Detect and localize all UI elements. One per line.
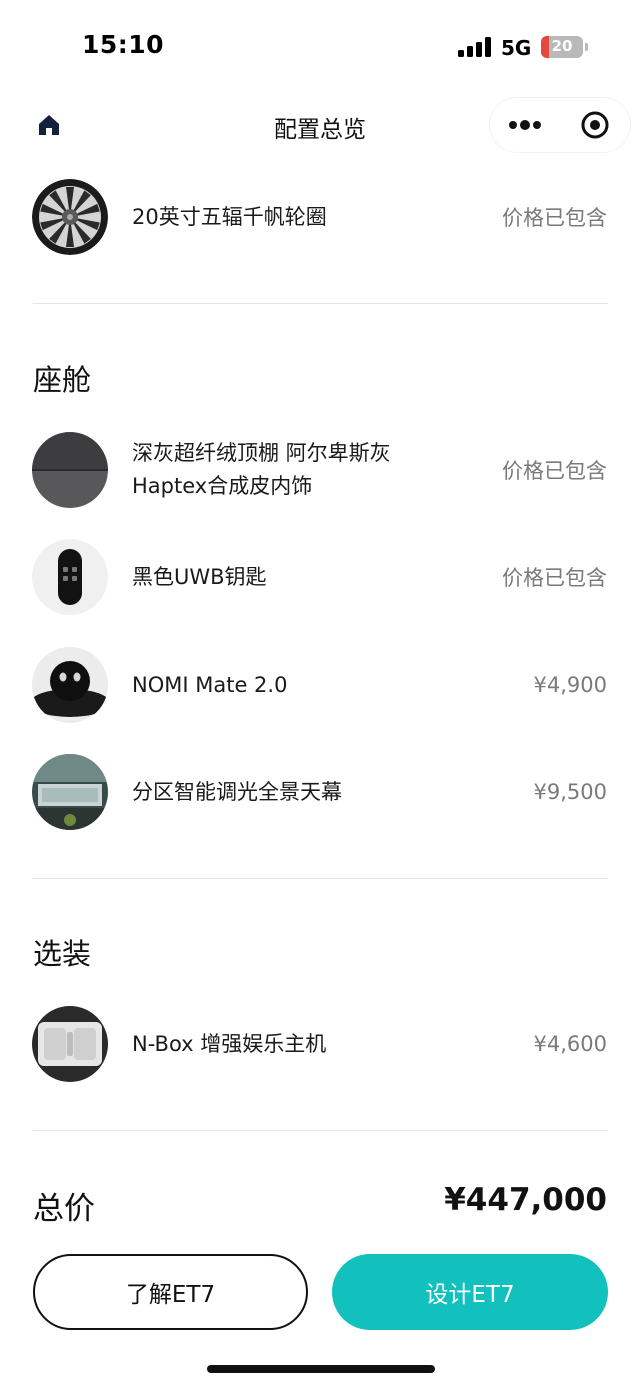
learn-et7-button[interactable]: 了解ET7 xyxy=(33,1254,308,1330)
design-et7-button[interactable]: 设计ET7 xyxy=(332,1254,608,1330)
status-time: 15:10 xyxy=(82,30,165,59)
interior-thumbnail xyxy=(32,432,108,508)
total-price: ¥447,000 xyxy=(444,1182,607,1218)
item-name: 分区智能调光全景天幕 xyxy=(132,779,342,804)
item-name: NOMI Mate 2.0 xyxy=(132,672,288,697)
item-price: ¥9,500 xyxy=(533,780,607,804)
signal-icon xyxy=(458,37,492,57)
battery-cap xyxy=(585,43,588,51)
item-name: 20英寸五辐千帆轮圈 xyxy=(132,204,327,229)
nbox-thumbnail xyxy=(32,1006,108,1082)
item-price: ¥4,600 xyxy=(533,1032,607,1056)
target-circle-icon xyxy=(581,111,609,139)
list-item-nbox[interactable]: N-Box 增强娱乐主机 ¥4,600 xyxy=(0,1004,640,1084)
nav-bar: 配置总览 xyxy=(0,90,640,160)
roof-thumbnail xyxy=(32,754,108,830)
divider xyxy=(33,303,608,304)
mini-program-capsule xyxy=(490,98,630,152)
item-name: 深灰超纤绒顶棚 阿尔卑斯灰 Haptex合成皮内饰 xyxy=(132,441,391,498)
total-label: 总价 xyxy=(33,1191,95,1227)
more-dots-icon xyxy=(509,120,541,130)
key-thumbnail xyxy=(32,539,108,615)
item-name: N-Box 增强娱乐主机 xyxy=(132,1031,327,1056)
list-item-nomi[interactable]: NOMI Mate 2.0 ¥4,900 xyxy=(0,645,640,725)
item-price: 价格已包含 xyxy=(502,566,607,590)
network-label: 5G xyxy=(501,36,532,60)
status-bar: 15:10 5G 20 xyxy=(0,0,640,90)
list-item-wheel[interactable]: 20英寸五辐千帆轮圈 价格已包含 xyxy=(0,177,640,257)
divider xyxy=(33,878,608,879)
close-button[interactable] xyxy=(560,98,630,152)
battery-percent: 20 xyxy=(551,37,573,55)
section-title-options: 选装 xyxy=(33,937,92,971)
item-name: 黑色UWB钥匙 xyxy=(132,564,267,589)
more-button[interactable] xyxy=(490,98,560,152)
divider xyxy=(33,1130,608,1131)
battery-icon: 20 xyxy=(541,36,583,58)
list-item-interior[interactable]: 深灰超纤绒顶棚 阿尔卑斯灰 Haptex合成皮内饰 价格已包含 xyxy=(0,430,640,510)
section-title-cabin: 座舱 xyxy=(33,363,92,397)
item-price: 价格已包含 xyxy=(502,459,607,483)
item-price: ¥4,900 xyxy=(533,673,607,697)
list-item-key[interactable]: 黑色UWB钥匙 价格已包含 xyxy=(0,537,640,617)
item-price: 价格已包含 xyxy=(502,206,607,230)
wheel-thumbnail xyxy=(32,179,108,255)
nomi-thumbnail xyxy=(32,647,108,723)
list-item-roof[interactable]: 分区智能调光全景天幕 ¥9,500 xyxy=(0,752,640,832)
home-indicator[interactable] xyxy=(207,1365,435,1373)
